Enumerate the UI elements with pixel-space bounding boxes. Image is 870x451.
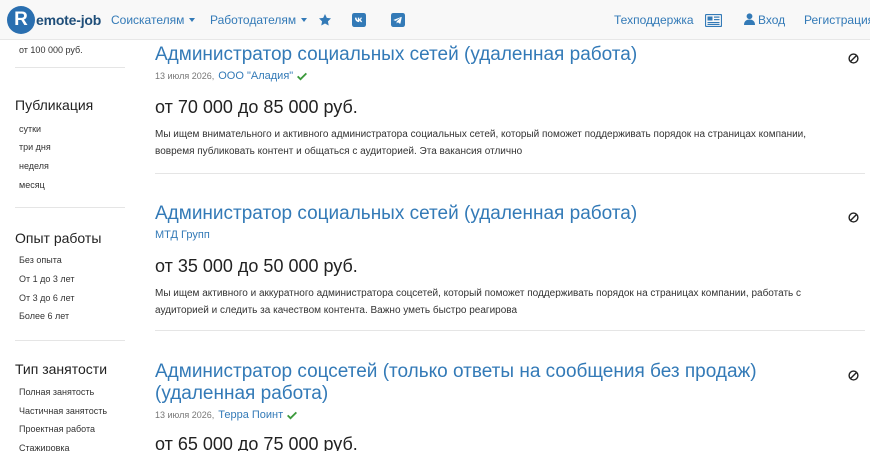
nav-employers-label: Работодателям — [210, 13, 297, 27]
filter-employment-heading: Тип занятости — [15, 361, 108, 377]
nav-register-link[interactable]: Регистрация — [804, 0, 870, 40]
filters-sidebar: от 100 000 руб. Публикация сутки три дня… — [0, 40, 140, 451]
brand-logo-letter: R — [7, 6, 35, 34]
nav-login-link[interactable]: Вход — [744, 0, 785, 40]
job-salary: от 70 000 до 85 000 руб. — [155, 97, 358, 117]
newspaper-icon[interactable] — [705, 0, 722, 40]
job-company-link[interactable]: Терра Поинт — [218, 409, 283, 421]
job-card: Администратор социальных сетей (удаленна… — [155, 44, 865, 160]
nav-login-label: Вход — [758, 13, 786, 27]
job-card: Администратор социальных сетей (удаленна… — [155, 203, 865, 319]
filter-publication-week[interactable]: неделя — [19, 161, 49, 171]
filter-experience-1-3[interactable]: От 1 до 3 лет — [19, 274, 74, 284]
filter-experience-3-6[interactable]: От 3 до 6 лет — [19, 293, 74, 303]
job-divider — [155, 173, 865, 174]
job-title-link[interactable]: Администратор социальных сетей (удаленна… — [155, 44, 865, 66]
nav-support-link[interactable]: Техподдержка — [614, 0, 694, 40]
verified-check-icon — [297, 72, 308, 80]
vk-icon[interactable] — [352, 0, 366, 40]
chevron-down-icon — [189, 18, 196, 22]
nav-seekers-label: Соискателям — [111, 13, 185, 27]
filter-employment-part[interactable]: Частичная занятость — [19, 406, 107, 416]
job-description: Мы ищем внимательного и активного админи… — [155, 129, 807, 157]
sidebar-divider — [15, 340, 125, 341]
filter-salary-option[interactable]: от 100 000 руб. — [19, 45, 83, 55]
job-salary: от 35 000 до 50 000 руб. — [155, 256, 358, 276]
sidebar-divider — [15, 207, 125, 208]
filter-experience-heading: Опыт работы — [15, 230, 102, 246]
job-description: Мы ищем активного и аккуратного админист… — [155, 288, 802, 316]
filter-employment-project[interactable]: Проектная работа — [19, 424, 95, 434]
filter-employment-internship[interactable]: Стажировка — [19, 443, 70, 451]
filter-experience-none[interactable]: Без опыта — [19, 255, 62, 265]
job-company-link[interactable]: ООО "Аладия" — [218, 70, 293, 82]
chevron-down-icon — [301, 18, 308, 22]
sidebar-divider — [15, 67, 125, 68]
job-salary: от 65 000 до 75 000 руб. — [155, 434, 358, 451]
job-company-link[interactable]: МТД Групп — [155, 229, 210, 241]
job-divider — [155, 330, 865, 331]
job-card: Администратор соцсетей (только ответы на… — [155, 361, 865, 451]
top-navbar: R emote-job Соискателям Работодателям Те… — [0, 0, 870, 40]
brand-logo-text: emote-job — [36, 12, 102, 28]
telegram-icon[interactable] — [391, 0, 405, 40]
hide-job-icon[interactable] — [848, 53, 859, 64]
job-meta: МТД Групп — [155, 228, 865, 242]
job-list: Администратор социальных сетей (удаленна… — [155, 40, 865, 451]
filter-publication-heading: Публикация — [15, 97, 94, 113]
job-meta: 13 июля 2026, ООО "Аладия" — [155, 69, 865, 83]
filter-publication-three-days[interactable]: три дня — [19, 142, 51, 152]
user-icon — [744, 13, 755, 25]
hide-job-icon[interactable] — [848, 370, 859, 381]
verified-check-icon — [287, 411, 298, 419]
filter-publication-month[interactable]: месяц — [19, 180, 45, 190]
job-title-link[interactable]: Администратор социальных сетей (удаленна… — [155, 203, 865, 225]
job-meta: 13 июля 2026, Терра Поинт — [155, 408, 865, 422]
nav-employers-dropdown[interactable]: Работодателям — [210, 0, 308, 40]
filter-publication-day[interactable]: сутки — [19, 124, 41, 134]
nav-seekers-dropdown[interactable]: Соискателям — [111, 0, 196, 40]
filter-experience-6-plus[interactable]: Более 6 лет — [19, 311, 69, 321]
star-icon[interactable] — [318, 0, 332, 40]
brand-logo[interactable]: R emote-job — [7, 5, 101, 35]
hide-job-icon[interactable] — [848, 212, 859, 223]
filter-employment-full[interactable]: Полная занятость — [19, 387, 94, 397]
job-date: 13 июля 2026, — [155, 71, 215, 81]
job-title-link[interactable]: Администратор соцсетей (только ответы на… — [155, 361, 795, 405]
job-date: 13 июля 2026, — [155, 410, 215, 420]
